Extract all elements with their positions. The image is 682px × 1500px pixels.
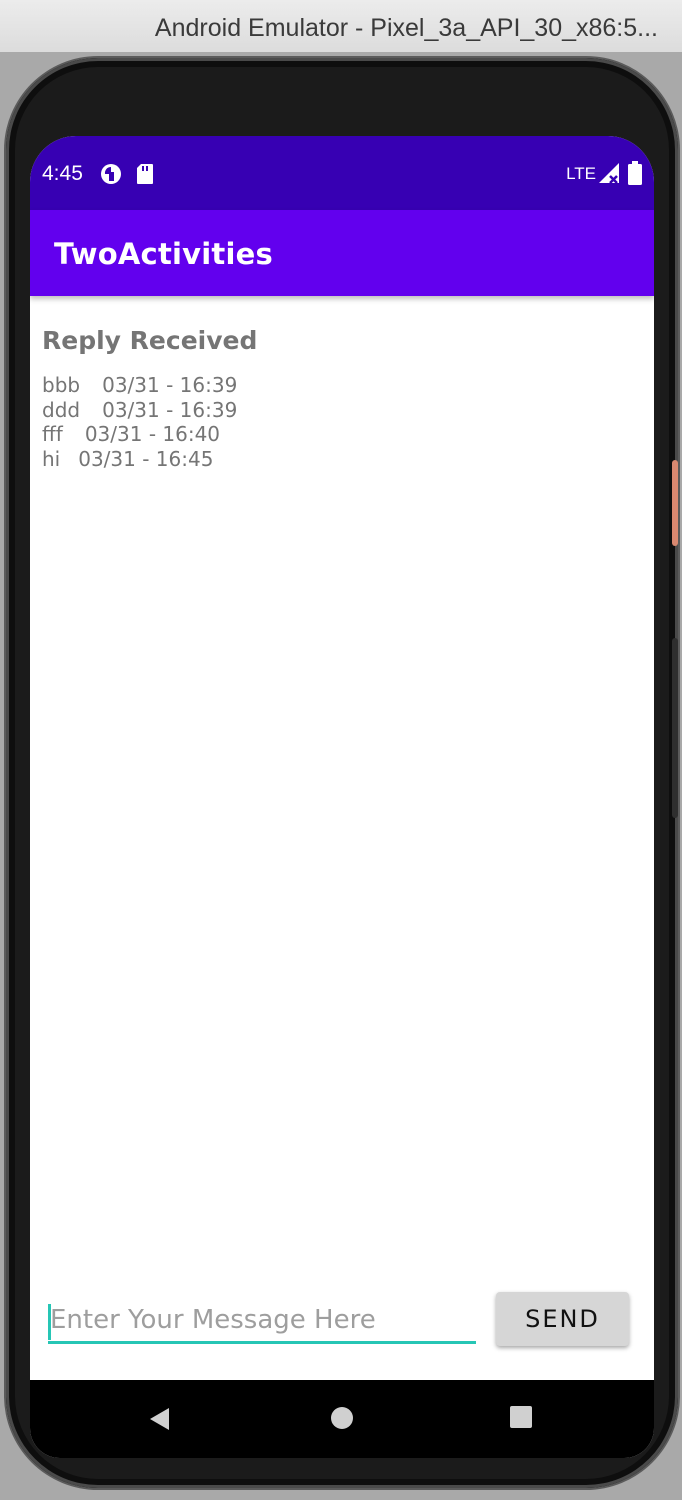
- sd-card-icon: [137, 164, 153, 184]
- status-bar: 4:45 LTE: [30, 136, 654, 210]
- send-button[interactable]: SEND: [496, 1292, 629, 1346]
- reply-time: 03/31 - 16:39: [102, 373, 238, 397]
- volume-button[interactable]: [672, 638, 678, 818]
- device-screen: 4:45 LTE TwoActivities Reply Received bb…: [30, 136, 654, 1458]
- app-title: TwoActivities: [54, 237, 273, 271]
- reply-text: hi: [42, 447, 61, 472]
- reply-list: bbb 03/31 - 16:39 ddd 03/31 - 16:39 fff 03/…: [42, 373, 237, 472]
- list-item: hi 03/31 - 16:45: [42, 447, 237, 472]
- text-cursor: [48, 1304, 51, 1340]
- signal-icon: [599, 163, 619, 184]
- battery-icon: [628, 161, 642, 185]
- home-icon[interactable]: [330, 1406, 354, 1430]
- reply-header: Reply Received: [42, 326, 258, 355]
- reply-text: ddd: [42, 397, 81, 422]
- list-item: bbb 03/31 - 16:39: [42, 373, 237, 398]
- reply-time: 03/31 - 16:40: [84, 422, 221, 447]
- reply-text: fff: [42, 422, 63, 447]
- back-icon[interactable]: [147, 1406, 171, 1432]
- status-time: 4:45: [42, 162, 83, 185]
- reply-time: 03/31 - 16:45: [78, 447, 214, 472]
- emulator-title-bar: Android Emulator - Pixel_3a_API_30_x86:5…: [0, 0, 682, 53]
- list-item: fff 03/31 - 16:40: [42, 422, 237, 447]
- navigation-bar: [30, 1380, 654, 1458]
- reply-text: bbb: [42, 373, 81, 397]
- reply-time: 03/31 - 16:39: [102, 397, 238, 422]
- message-input[interactable]: [48, 1298, 476, 1344]
- app-bar: TwoActivities: [30, 210, 654, 296]
- network-type: LTE: [566, 164, 596, 183]
- power-button[interactable]: [672, 460, 678, 546]
- data-saver-icon: [101, 164, 121, 184]
- recents-icon[interactable]: [510, 1406, 532, 1428]
- window-title: Android Emulator - Pixel_3a_API_30_x86:5…: [154, 14, 658, 42]
- list-item: ddd 03/31 - 16:39: [42, 398, 237, 423]
